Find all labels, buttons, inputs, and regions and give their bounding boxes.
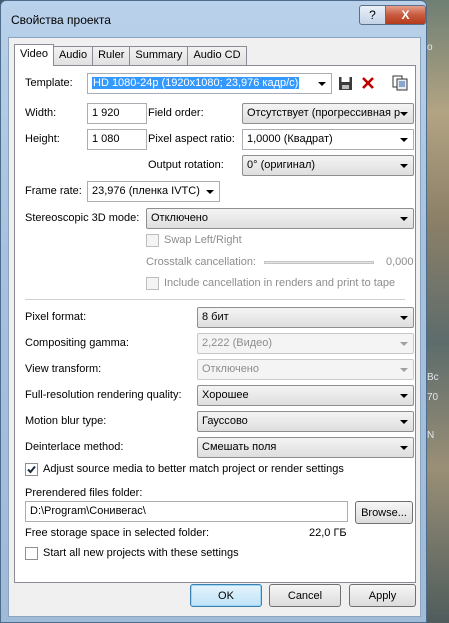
chevron-down-icon <box>400 112 408 116</box>
full-res-quality-label: Full-resolution rendering quality: <box>25 389 182 401</box>
chevron-down-icon <box>400 368 408 372</box>
chevron-down-icon <box>400 217 408 221</box>
tab-strip: Video Audio Ruler Summary Audio CD <box>14 44 247 66</box>
chevron-down-icon <box>206 190 214 194</box>
ok-button[interactable]: OK <box>190 584 262 607</box>
tab-audio[interactable]: Audio <box>52 46 94 65</box>
width-field[interactable]: 1 920 <box>87 103 147 124</box>
desktop-text: о <box>427 42 433 53</box>
window-title: Свойства проекта <box>11 13 111 27</box>
motion-blur-value: Гауссово <box>202 415 248 427</box>
save-icon <box>338 76 352 90</box>
crosstalk-value: 0,000 <box>386 256 414 268</box>
chevron-down-icon <box>318 82 326 86</box>
output-rotation-combo[interactable]: 0° (оригинал) <box>242 155 414 176</box>
height-field[interactable]: 1 080 <box>87 129 147 150</box>
stereo-mode-value: Отключено <box>151 212 208 224</box>
start-all-projects-label: Start all new projects with these settin… <box>43 547 239 559</box>
free-storage-label: Free storage space in selected folder: <box>25 527 210 539</box>
field-order-value: Отсутствует (прогрессивная р <box>247 107 401 119</box>
crosstalk-label: Crosstalk cancellation: <box>146 256 257 268</box>
cancel-button[interactable]: Cancel <box>269 584 341 607</box>
chevron-down-icon <box>400 164 408 168</box>
delete-icon <box>362 77 374 89</box>
pixel-aspect-combo[interactable]: 1,0000 (Квадрат) <box>242 129 414 150</box>
video-tab-panel: Template: HD 1080-24p (1920x1080; 23,976… <box>14 65 416 583</box>
prerendered-folder-label: Prerendered files folder: <box>25 487 143 499</box>
field-order-label: Field order: <box>148 107 204 119</box>
view-transform-value: Отключено <box>202 363 259 375</box>
include-cancellation-checkbox[interactable] <box>146 277 159 290</box>
tab-audio-cd[interactable]: Audio CD <box>187 46 247 65</box>
compositing-gamma-combo[interactable]: 2,222 (Видео) <box>197 333 414 354</box>
start-all-projects-checkbox[interactable] <box>25 547 38 560</box>
view-transform-label: View transform: <box>25 363 102 375</box>
tab-summary[interactable]: Summary <box>129 46 189 65</box>
frame-rate-label: Frame rate: <box>25 185 82 197</box>
frame-rate-combo[interactable]: 23,976 (пленка IVTC) <box>87 181 220 202</box>
project-properties-dialog: Свойства проекта ? X Video Audio Ruler S… <box>0 0 427 623</box>
frame-rate-value: 23,976 (пленка IVTC) <box>92 185 200 197</box>
view-transform-combo[interactable]: Отключено <box>197 359 414 380</box>
field-order-combo[interactable]: Отсутствует (прогрессивная р <box>242 103 414 124</box>
deinterlace-value: Смешать поля <box>202 441 277 453</box>
close-icon: X <box>401 8 410 22</box>
apply-button[interactable]: Apply <box>349 584 416 607</box>
tab-ruler[interactable]: Ruler <box>92 46 131 65</box>
output-rotation-label: Output rotation: <box>148 159 224 171</box>
template-combo[interactable]: HD 1080-24p (1920x1080; 23,976 кадр/с) <box>87 73 332 94</box>
title-bar[interactable]: Свойства проекта ? X <box>1 1 426 37</box>
pixel-aspect-label: Pixel aspect ratio: <box>148 133 235 145</box>
section-divider <box>25 299 405 300</box>
template-label: Template: <box>25 77 73 89</box>
chevron-down-icon <box>400 342 408 346</box>
stereo-mode-combo[interactable]: Отключено <box>146 208 414 229</box>
prerendered-folder-field[interactable]: D:\Program\Сонивегас\ <box>25 501 348 522</box>
dialog-client-area: Video Audio Ruler Summary Audio CD Templ… <box>8 37 421 617</box>
chevron-down-icon <box>400 420 408 424</box>
adjust-source-checkbox[interactable] <box>25 463 38 476</box>
desktop-text: N <box>427 430 435 441</box>
motion-blur-combo[interactable]: Гауссово <box>197 411 414 432</box>
motion-blur-label: Motion blur type: <box>25 415 107 427</box>
close-button[interactable]: X <box>385 5 426 25</box>
delete-template-button[interactable] <box>359 74 377 92</box>
chevron-down-icon <box>400 138 408 142</box>
save-template-button[interactable] <box>336 74 354 92</box>
browse-button[interactable]: Browse... <box>355 501 413 524</box>
free-storage-value: 22,0 ГБ <box>309 527 347 539</box>
match-media-icon <box>392 75 408 91</box>
checkmark-icon <box>27 465 36 474</box>
deinterlace-label: Deinterlace method: <box>25 441 124 453</box>
compositing-gamma-label: Compositing gamma: <box>25 337 129 349</box>
compositing-gamma-value: 2,222 (Видео) <box>202 337 273 349</box>
include-cancellation-label: Include cancellation in renders and prin… <box>164 277 396 289</box>
pixel-format-combo[interactable]: 8 бит <box>197 307 414 328</box>
tab-video[interactable]: Video <box>14 44 54 66</box>
swap-left-right-checkbox[interactable] <box>146 234 159 247</box>
desktop-text: 70 <box>427 392 439 403</box>
match-media-button[interactable] <box>391 74 409 92</box>
width-label: Width: <box>25 107 57 119</box>
template-value: HD 1080-24p (1920x1080; 23,976 кадр/с) <box>92 77 300 89</box>
stereo-mode-label: Stereoscopic 3D mode: <box>25 212 140 224</box>
desktop-text: Bc <box>427 372 439 383</box>
pixel-format-label: Pixel format: <box>25 311 87 323</box>
help-button[interactable]: ? <box>359 5 386 25</box>
output-rotation-value: 0° (оригинал) <box>247 159 316 171</box>
pixel-aspect-value: 1,0000 (Квадрат) <box>247 133 333 145</box>
chevron-down-icon <box>400 394 408 398</box>
chevron-down-icon <box>400 446 408 450</box>
pixel-format-value: 8 бит <box>202 311 229 323</box>
help-icon: ? <box>369 8 376 22</box>
height-label: Height: <box>25 133 60 145</box>
crosstalk-slider[interactable] <box>264 261 374 264</box>
adjust-source-label: Adjust source media to better match proj… <box>43 463 344 475</box>
swap-left-right-label: Swap Left/Right <box>164 234 242 246</box>
deinterlace-combo[interactable]: Смешать поля <box>197 437 414 458</box>
full-res-quality-value: Хорошее <box>202 389 249 401</box>
chevron-down-icon <box>400 316 408 320</box>
full-res-quality-combo[interactable]: Хорошее <box>197 385 414 406</box>
